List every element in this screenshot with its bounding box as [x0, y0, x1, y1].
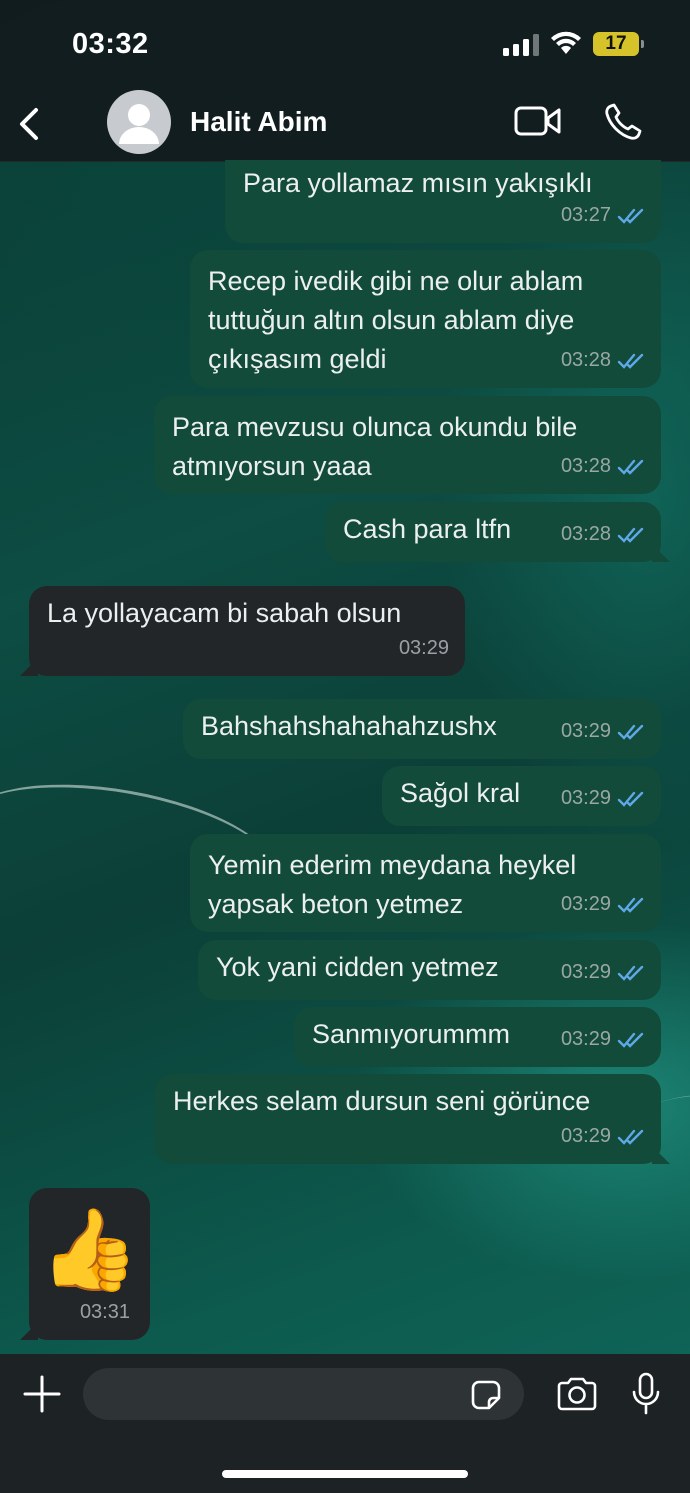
message-time: 03:29 [560, 720, 611, 742]
message-bubble-incoming[interactable]: 👍 03:31 [29, 1188, 150, 1340]
message-time: 03:28 [560, 523, 611, 545]
message-time: 03:29 [560, 787, 611, 809]
message-bubble-outgoing[interactable]: Yemin ederim meydana heykel yapsak beton… [190, 834, 661, 932]
message-text: La yollayacam bi sabah olsun [47, 598, 402, 628]
message-time: 03:27 [560, 204, 611, 226]
read-ticks-icon [617, 965, 644, 981]
video-camera-icon[interactable] [514, 104, 562, 138]
battery-indicator: 17 [593, 32, 644, 56]
thumbs-up-emoji: 👍 [39, 1205, 140, 1294]
message-bubble-incoming[interactable]: La yollayacam bi sabah olsun 03:29 [29, 586, 465, 676]
microphone-icon[interactable] [630, 1372, 662, 1416]
message-meta: 03:27 [561, 196, 645, 235]
read-ticks-icon [617, 208, 644, 224]
message-time: 03:29 [398, 637, 449, 659]
message-time: 03:29 [560, 893, 611, 915]
home-indicator[interactable] [222, 1470, 468, 1478]
message-meta: 03:28 [561, 447, 645, 486]
message-time: 03:28 [560, 349, 611, 371]
read-ticks-icon [617, 1032, 644, 1048]
plus-icon[interactable] [22, 1374, 62, 1414]
message-text: Herkes selam dursun seni görünce [173, 1086, 591, 1116]
read-ticks-icon [617, 353, 644, 369]
message-bubble-outgoing[interactable]: Recep ivedik gibi ne olur ablam tuttuğun… [190, 250, 661, 388]
message-bubble-outgoing[interactable]: Sanmıyorummm 03:29 [294, 1007, 661, 1067]
read-ticks-icon [617, 897, 644, 913]
status-bar: 03:32 17 [0, 0, 690, 90]
message-meta: 03:29 [561, 712, 645, 751]
message-time: 03:29 [560, 961, 611, 983]
message-input-bar [0, 1354, 690, 1493]
message-meta: 03:28 [561, 515, 645, 554]
message-time: 03:29 [560, 1028, 611, 1050]
message-meta: 03:29 [561, 779, 645, 818]
chat-header: Halit Abim [0, 90, 690, 162]
contact-name[interactable]: Halit Abim [190, 106, 327, 138]
message-bubble-outgoing[interactable]: Bahshahshahahahzushx 03:29 [183, 699, 661, 759]
back-chevron-icon[interactable] [14, 104, 44, 144]
read-ticks-icon [617, 1129, 644, 1145]
avatar-placeholder-icon [119, 104, 159, 144]
read-ticks-icon [617, 791, 644, 807]
status-time: 03:32 [72, 28, 149, 60]
message-meta: 03:29 [561, 1020, 645, 1059]
message-meta: 03:29 [561, 1117, 645, 1156]
read-ticks-icon [617, 527, 644, 543]
message-meta: 03:29 [561, 885, 645, 924]
message-meta: 03:29 [399, 629, 449, 668]
camera-icon[interactable] [555, 1376, 599, 1412]
message-meta: 03:31 [80, 1293, 130, 1332]
message-bubble-outgoing[interactable]: Yok yani cidden yetmez 03:29 [198, 940, 661, 1000]
sticker-icon[interactable] [469, 1378, 503, 1412]
message-meta: 03:29 [561, 953, 645, 992]
message-input[interactable] [83, 1368, 524, 1420]
message-time: 03:29 [560, 1125, 611, 1147]
message-time: 03:31 [79, 1301, 130, 1323]
read-ticks-icon [617, 724, 644, 740]
contact-avatar[interactable] [107, 90, 171, 154]
message-bubble-outgoing[interactable]: Herkes selam dursun seni görünce 03:29 [155, 1074, 661, 1164]
message-time: 03:28 [560, 455, 611, 477]
phone-icon[interactable] [603, 102, 643, 142]
message-bubble-outgoing[interactable]: Para mevzusu olunca okundu bile atmıyors… [154, 396, 661, 494]
read-ticks-icon [617, 459, 644, 475]
cellular-signal-icon [503, 34, 539, 56]
message-bubble-outgoing[interactable]: Cash para ltfn 03:28 [325, 502, 661, 562]
message-bubble-outgoing[interactable]: Para yollamaz mısın yakışıklı 03:27 [225, 160, 661, 243]
message-bubble-outgoing[interactable]: Sağol kral 03:29 [382, 766, 661, 826]
wifi-icon [551, 31, 581, 54]
message-meta: 03:28 [561, 341, 645, 380]
